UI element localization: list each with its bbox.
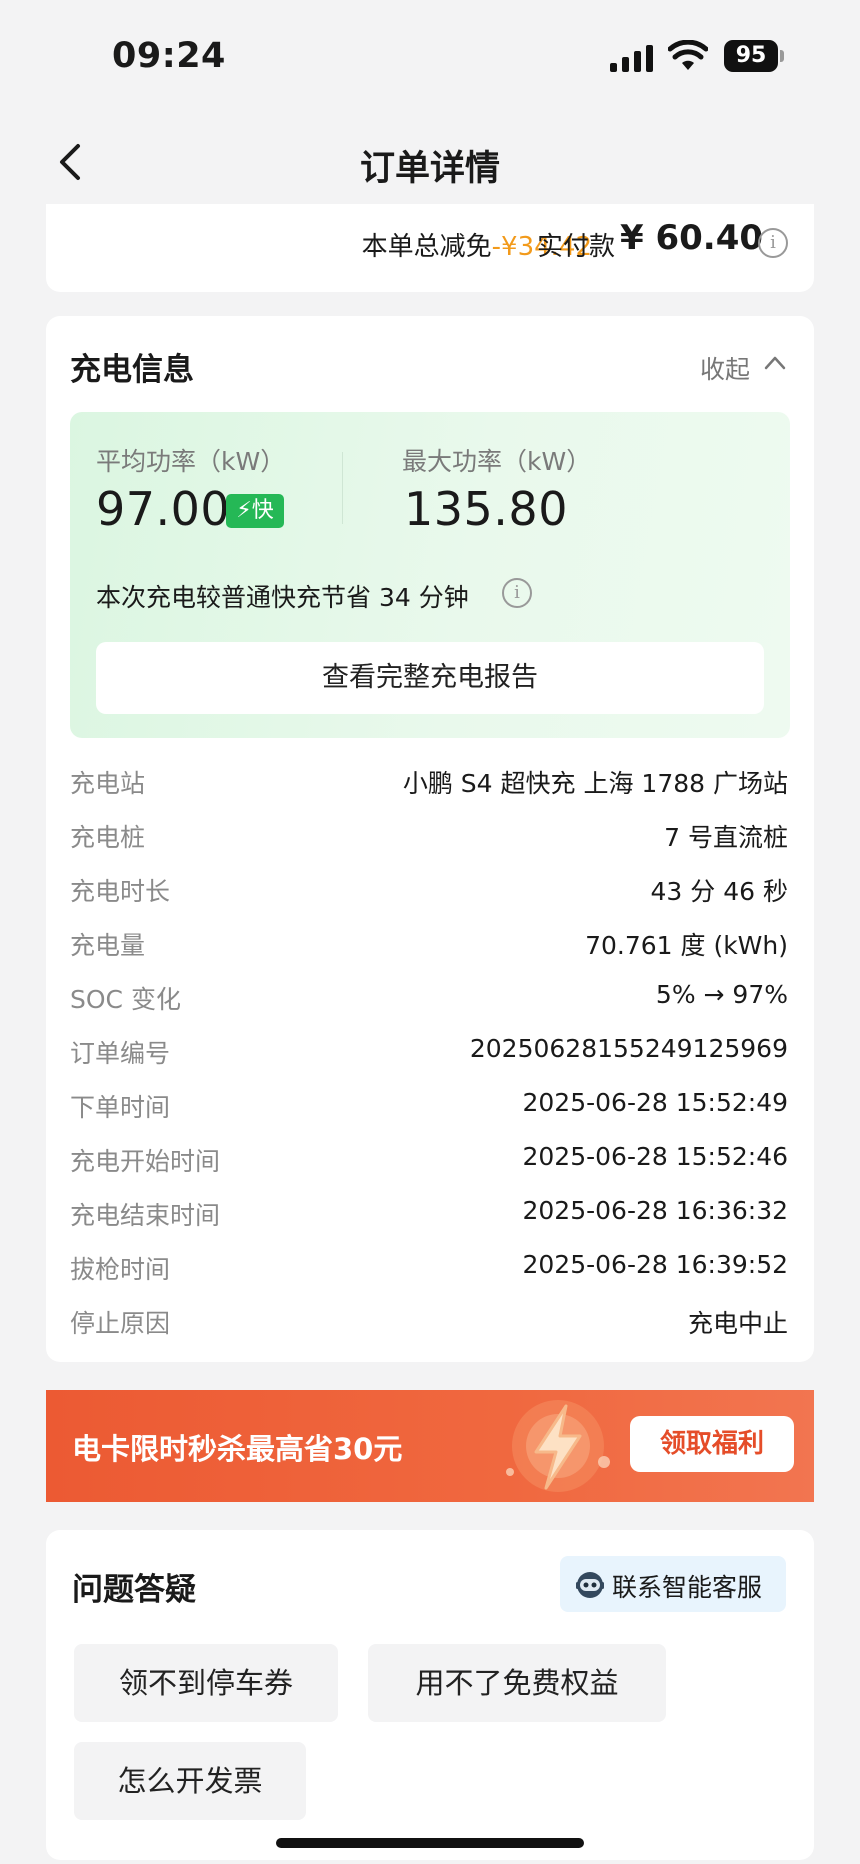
row-value-duration: 43 分 46 秒: [650, 877, 788, 906]
row-label-pile: 充电桩: [70, 823, 146, 852]
avg-power-label: 平均功率（kW）: [96, 447, 286, 476]
battery-level: 95: [724, 40, 778, 72]
faq-chip-free-benefit[interactable]: 用不了免费权益: [368, 1644, 666, 1722]
cellular-signal-icon: [610, 44, 656, 72]
battery-icon: 95: [724, 40, 786, 74]
claim-benefit-button[interactable]: 领取福利: [630, 1416, 794, 1472]
lightning-icon: ⚡: [236, 498, 252, 523]
row-value-start-time: 2025-06-28 15:52:46: [522, 1142, 788, 1171]
row-label-duration: 充电时长: [70, 877, 171, 906]
row-label-order-time: 下单时间: [70, 1093, 171, 1122]
paid-amount: ¥ 60.40: [620, 218, 764, 258]
paid-label: 实付款: [537, 232, 616, 262]
row-value-station: 小鹏 S4 超快充 上海 1788 广场站: [402, 769, 788, 798]
payment-info-icon[interactable]: i: [758, 228, 788, 258]
fast-badge-label: 快: [251, 498, 274, 523]
row-value-soc: 5% → 97%: [655, 980, 788, 1009]
row-value-stop-reason: 充电中止: [687, 1309, 788, 1338]
row-label-stop-reason: 停止原因: [70, 1309, 171, 1338]
chevron-up-icon[interactable]: [764, 352, 786, 374]
max-power-label: 最大功率（kW）: [402, 447, 592, 476]
fast-charge-badge: ⚡快: [226, 494, 284, 528]
row-value-energy: 70.761 度 (kWh): [585, 931, 788, 960]
row-label-order-number: 订单编号: [70, 1039, 171, 1068]
lightning-bolt-illustration: [506, 1400, 610, 1492]
row-label-unplug-time: 拔枪时间: [70, 1255, 171, 1284]
robot-icon: [576, 1572, 604, 1598]
wifi-icon: [668, 40, 708, 70]
row-label-end-time: 充电结束时间: [70, 1201, 221, 1230]
row-label-soc: SOC 变化: [70, 985, 181, 1014]
row-label-station: 充电站: [70, 769, 146, 798]
charging-info-title: 充电信息: [70, 352, 194, 388]
row-value-pile: 7 号直流桩: [664, 823, 788, 852]
discount-label: 本单总减免: [361, 232, 492, 262]
row-label-start-time: 充电开始时间: [70, 1147, 221, 1176]
divider: [342, 452, 343, 524]
max-power-value: 135.80: [404, 482, 568, 536]
row-value-order-number: 20250628155249125969: [469, 1034, 788, 1063]
page-title: 订单详情: [359, 149, 500, 189]
row-value-order-time: 2025-06-28 15:52:49: [522, 1088, 788, 1117]
faq-chip-parking-coupon[interactable]: 领不到停车券: [74, 1644, 338, 1722]
view-report-button[interactable]: 查看完整充电报告: [96, 642, 764, 714]
time-saving-text: 本次充电较普通快充节省 34 分钟: [96, 583, 469, 612]
promo-text: 电卡限时秒杀最高省30元: [72, 1432, 403, 1466]
faq-title: 问题答疑: [72, 1572, 196, 1608]
status-time: 09:24: [112, 36, 226, 76]
contact-service-label[interactable]: 联系智能客服: [612, 1568, 762, 1604]
home-indicator: [276, 1838, 584, 1848]
avg-power-value: 97.00: [96, 482, 231, 536]
saving-info-icon[interactable]: i: [502, 578, 532, 608]
row-label-energy: 充电量: [70, 931, 146, 960]
collapse-button[interactable]: 收起: [700, 350, 750, 386]
row-value-unplug-time: 2025-06-28 16:39:52: [522, 1250, 788, 1279]
faq-chip-invoice[interactable]: 怎么开发票: [74, 1742, 306, 1820]
row-value-end-time: 2025-06-28 16:36:32: [522, 1196, 788, 1225]
